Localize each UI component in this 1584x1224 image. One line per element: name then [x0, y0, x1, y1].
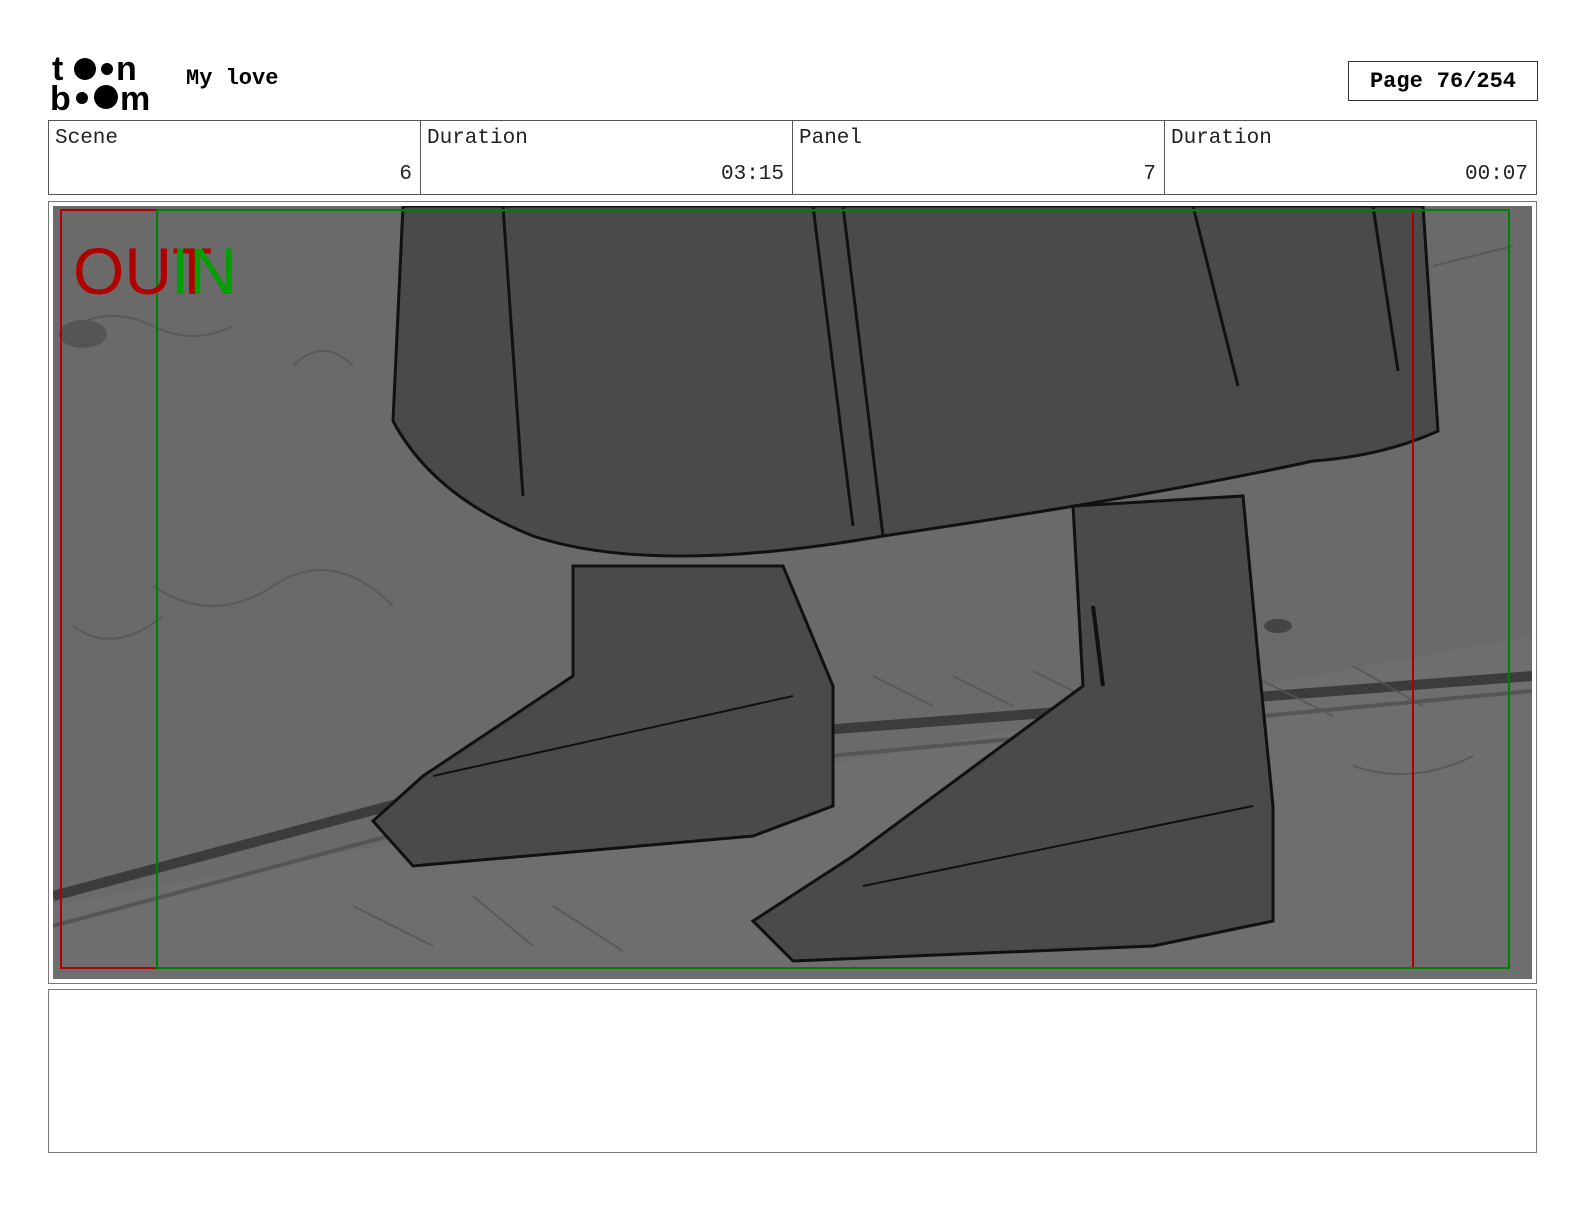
- panel-sketch-image: OUT IN: [53, 206, 1532, 979]
- scene-duration-value: 03:15: [720, 163, 784, 186]
- notes-area: [48, 989, 1537, 1153]
- scene-duration-label: Duration: [427, 127, 528, 150]
- scene-info-table: Scene 6 Duration 03:15 Panel 7 Duration …: [48, 120, 1537, 195]
- in-marker: IN: [171, 234, 237, 308]
- toonboom-logo: t n b m: [50, 50, 150, 112]
- panel-cell: Panel 7: [793, 121, 1165, 194]
- panel-label: Panel: [799, 127, 863, 150]
- panel-duration-value: 00:07: [1464, 163, 1528, 186]
- scene-value: 6: [399, 163, 412, 186]
- storyboard-panel: OUT IN: [48, 201, 1537, 984]
- page-label: Page: [1369, 68, 1423, 94]
- scene-label: Scene: [55, 127, 119, 150]
- page-indicator: Page 76/254: [1348, 61, 1538, 101]
- scene-cell: Scene 6: [49, 121, 421, 194]
- project-title: My love: [186, 66, 279, 91]
- page-number: 76/254: [1436, 68, 1517, 94]
- scene-duration-cell: Duration 03:15: [421, 121, 793, 194]
- panel-duration-cell: Duration 00:07: [1165, 121, 1536, 194]
- svg-text:b: b: [50, 80, 71, 112]
- svg-text:m: m: [120, 80, 150, 112]
- panel-value: 7: [1143, 163, 1156, 186]
- panel-duration-label: Duration: [1171, 127, 1272, 150]
